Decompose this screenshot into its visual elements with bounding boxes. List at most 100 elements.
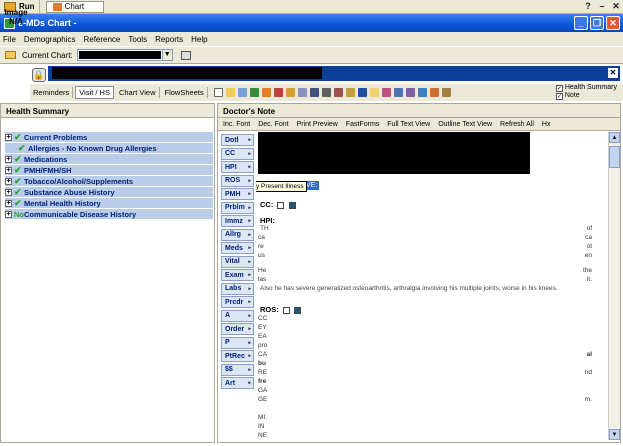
delete-icon[interactable] [293, 306, 301, 314]
hx-button[interactable]: Hx [542, 121, 551, 128]
bottle-icon[interactable] [249, 88, 259, 97]
close-patient-icon[interactable]: ✕ [608, 68, 618, 78]
section-button-p[interactable]: P ▸ [221, 336, 254, 349]
expand-icon[interactable]: + [5, 188, 12, 196]
scroll-down-icon[interactable]: ▼ [609, 429, 620, 440]
calendar-icon[interactable] [429, 88, 439, 97]
menu-help[interactable]: Help [191, 35, 207, 44]
globe-icon[interactable] [417, 88, 427, 97]
taskbar-chart-tab[interactable]: Chart [45, 0, 104, 13]
section-button-order[interactable]: Order ▸ [221, 323, 254, 335]
hs-item-substance-abuse[interactable]: + ✔ Substance Abuse History [5, 187, 213, 198]
health-summary-checkbox[interactable]: ✓ [555, 84, 563, 92]
tab-visit-hs[interactable]: Visit / HS [75, 86, 114, 99]
hs-item-pmh[interactable]: + ✔ PMH/FMH/SH [5, 165, 213, 176]
folder-icon[interactable] [5, 51, 16, 59]
tools-icon[interactable] [345, 88, 355, 97]
section-button-pmh[interactable]: PMH ▸ [221, 188, 254, 200]
inbox-icon[interactable] [381, 88, 391, 97]
chevron-down-icon[interactable]: ▼ [161, 50, 172, 60]
close-icon[interactable]: ✕ [611, 1, 621, 11]
figure-icon[interactable] [285, 88, 295, 97]
health-summary-checkbox-row[interactable]: ✓ Health Summary [555, 84, 617, 92]
section-button-ptrec[interactable]: PtRec ▸ [221, 350, 254, 362]
section-button-art[interactable]: Art ▸ [221, 377, 254, 389]
expand-icon[interactable]: + [5, 177, 12, 185]
full-text-view-button[interactable]: Full Text View [387, 121, 430, 128]
hs-item-communicable-disease[interactable]: + No Communicable Disease History [5, 209, 213, 220]
hs-item-current-problems[interactable]: + ✔ Current Problems [5, 132, 213, 143]
window-close-button[interactable]: ✕ [606, 16, 620, 30]
tab-chart-view[interactable]: Chart View [116, 87, 160, 98]
save-icon[interactable] [237, 88, 247, 97]
edit-icon[interactable] [321, 88, 331, 97]
section-button-billing[interactable]: $$ ▸ [221, 363, 254, 376]
chart-icon[interactable] [393, 88, 403, 97]
help-icon[interactable]: ? [583, 1, 593, 11]
note-checkbox[interactable]: ✓ [555, 92, 563, 100]
print-icon[interactable] [297, 88, 307, 97]
dec-font-button[interactable]: Dec. Font [258, 121, 288, 128]
note-checkbox-row[interactable]: ✓ Note [555, 92, 617, 100]
lock-icon[interactable]: 🔒 [32, 68, 46, 82]
section-button-hpi[interactable]: HPI ▸ [221, 161, 254, 173]
expand-icon[interactable]: + [5, 155, 12, 163]
section-button-meds[interactable]: Meds ▸ [221, 242, 254, 254]
tab-flowsheets[interactable]: FlowSheets [162, 87, 208, 98]
expand-icon[interactable]: + [5, 133, 12, 141]
menu-tools[interactable]: Tools [128, 35, 147, 44]
note-content[interactable]: VE: CC: HPI: TH of ca ot en ca re us He … [256, 132, 606, 440]
scroll-up-icon[interactable]: ▲ [609, 132, 620, 143]
pencil-icon[interactable] [333, 88, 343, 97]
window-minimize-button[interactable]: _ [574, 16, 588, 30]
expand-icon[interactable]: + [5, 166, 12, 174]
window-tile-icon[interactable] [180, 50, 191, 60]
current-chart-select[interactable]: ▼ [76, 49, 173, 61]
section-button-prcdr[interactable]: Prcdr ▸ [221, 296, 254, 308]
window-restore-button[interactable]: ❐ [590, 16, 604, 30]
section-button-allrg[interactable]: Allrg ▸ [221, 228, 254, 241]
section-button-a[interactable]: A ▸ [221, 309, 254, 322]
menu-reports[interactable]: Reports [155, 35, 183, 44]
section-button-ros[interactable]: ROS ▸ [221, 174, 254, 187]
minimize-icon[interactable]: – [597, 1, 607, 11]
hs-item-allergies[interactable]: ✔ Allergies - No Known Drug Allergies [5, 143, 213, 154]
section-button-cc[interactable]: CC ▸ [221, 147, 254, 160]
section-button-immz[interactable]: Immz ▸ [221, 215, 254, 227]
section-button-vital[interactable]: Vital ▸ [221, 255, 254, 268]
refresh-all-button[interactable]: Refresh All [500, 121, 534, 128]
hs-item-mental-health[interactable]: + ✔ Mental Health History [5, 198, 213, 209]
binoculars-icon[interactable] [405, 88, 415, 97]
note-scrollbar[interactable]: ▲ ▼ [608, 132, 620, 440]
fastforms-button[interactable]: FastForms [346, 121, 379, 128]
alert-icon[interactable] [273, 88, 283, 97]
section-button-exam[interactable]: Exam ▸ [221, 269, 254, 281]
menu-reference[interactable]: Reference [83, 35, 120, 44]
open-folder-icon[interactable] [225, 88, 235, 97]
menu-demographics[interactable]: Demographics [24, 35, 76, 44]
hs-item-medications[interactable]: + ✔ Medications [5, 154, 213, 165]
scroll-thumb[interactable] [609, 146, 620, 168]
delete-icon[interactable] [288, 201, 296, 209]
tab-reminders[interactable]: Reminders [30, 87, 74, 98]
edit-checkbox-icon[interactable] [282, 306, 290, 314]
expand-icon[interactable]: + [5, 210, 12, 218]
arrow-icon[interactable] [357, 88, 367, 97]
arrow-right-icon: ▸ [248, 285, 251, 292]
mail-icon[interactable] [369, 88, 379, 97]
hs-item-tobacco[interactable]: + ✔ Tobacco/Alcohol/Supplements [5, 176, 213, 187]
new-document-icon[interactable] [213, 88, 223, 97]
section-label: PMH [225, 190, 241, 198]
edit-checkbox-icon[interactable] [277, 201, 285, 209]
window-titlebar[interactable]: e-MDs Chart - _ ❐ ✕ [0, 14, 623, 32]
inc-font-button[interactable]: Inc. Font [223, 121, 250, 128]
book-icon[interactable] [309, 88, 319, 97]
section-button-prblm[interactable]: Prblm ▸ [221, 201, 254, 214]
warning-icon[interactable] [261, 88, 271, 97]
expand-icon[interactable]: + [5, 199, 12, 207]
outline-text-view-button[interactable]: Outline Text View [438, 121, 492, 128]
section-button-labs[interactable]: Labs ▸ [221, 282, 254, 295]
print-preview-button[interactable]: Print Preview [297, 121, 338, 128]
section-button-dotl[interactable]: Dotl ▸ [221, 134, 254, 146]
lock-toolbar-icon[interactable] [441, 88, 451, 97]
